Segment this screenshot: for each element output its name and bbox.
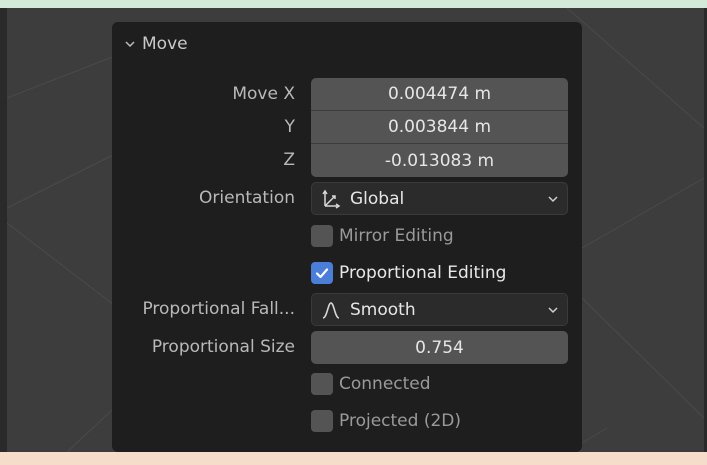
mirror-editing-toggle[interactable]: Mirror Editing [311, 222, 454, 250]
proportional-falloff-label: Proportional Fall... [142, 299, 295, 319]
orientation-label: Orientation [199, 188, 295, 208]
move-y-label: Y [284, 117, 295, 137]
connected-toggle[interactable]: Connected [311, 370, 431, 398]
proportional-size-value: 0.754 [415, 337, 464, 358]
move-y-field[interactable]: 0.003844 m [311, 111, 568, 144]
move-z-value: -0.013083 m [384, 150, 495, 171]
chevron-down-icon [125, 41, 135, 48]
connected-label: Connected [339, 374, 431, 394]
checkmark-icon [315, 268, 329, 279]
mirror-editing-checkbox[interactable] [311, 225, 333, 247]
proportional-editing-checkbox[interactable] [311, 262, 333, 284]
move-x-label: Move X [232, 84, 295, 104]
orientation-dropdown[interactable]: Global [311, 182, 568, 215]
proportional-falloff-dropdown[interactable]: Smooth [311, 293, 568, 326]
proportional-editing-label: Proportional Editing [339, 263, 507, 283]
dropdown-caret-icon [548, 196, 558, 203]
projected-checkbox[interactable] [311, 410, 333, 432]
proportional-falloff-value: Smooth [350, 299, 416, 320]
smooth-falloff-icon [322, 301, 340, 319]
projected-toggle[interactable]: Projected (2D) [311, 407, 461, 435]
connected-checkbox[interactable] [311, 373, 333, 395]
move-operator-panel: Move Move X 0.004474 m Y 0.003844 m Z -0… [112, 22, 582, 452]
left-window-edge [0, 8, 7, 452]
dropdown-caret-icon [548, 307, 558, 314]
bottom-window-edge [0, 452, 707, 465]
proportional-editing-toggle[interactable]: Proportional Editing [311, 259, 506, 287]
move-z-field[interactable]: -0.013083 m [311, 144, 568, 177]
top-window-edge [0, 0, 707, 8]
proportional-size-label: Proportional Size [151, 337, 295, 357]
move-y-value: 0.003844 m [387, 117, 492, 137]
orientation-axes-icon [322, 189, 341, 209]
move-z-label: Z [283, 150, 295, 170]
proportional-size-field[interactable]: 0.754 [311, 331, 568, 364]
panel-header[interactable]: Move [124, 32, 188, 56]
orientation-value: Global [350, 188, 405, 209]
move-x-field[interactable]: 0.004474 m [311, 78, 568, 111]
move-x-value: 0.004474 m [387, 84, 492, 104]
projected-label: Projected (2D) [339, 411, 461, 431]
mirror-editing-label: Mirror Editing [339, 226, 454, 246]
panel-title: Move [142, 34, 188, 54]
